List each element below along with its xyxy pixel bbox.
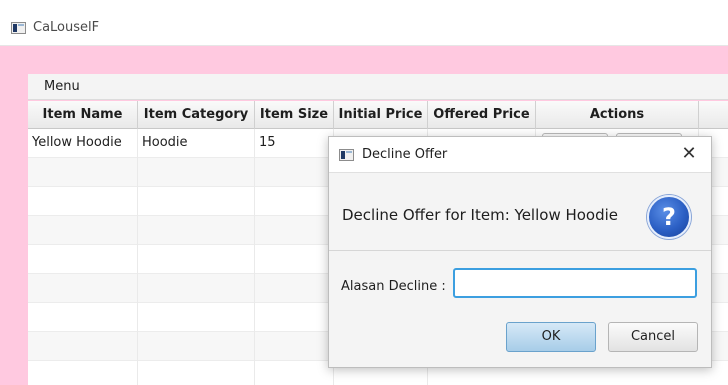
cell-item-name: Yellow Hoodie	[28, 129, 138, 158]
empty-cell	[255, 361, 334, 385]
empty-cell	[28, 332, 138, 361]
window-title: CaLouselF	[33, 20, 100, 35]
column-header-filler	[699, 101, 728, 129]
ok-button[interactable]: OK	[506, 322, 596, 352]
empty-cell	[255, 332, 334, 361]
cell-item-category: Hoodie	[138, 129, 255, 158]
menu-bar: Menu	[28, 74, 728, 100]
column-header-item-category[interactable]: Item Category	[138, 101, 255, 129]
empty-cell	[28, 158, 138, 187]
dialog-header: Decline Offer for Item: Yellow Hoodie ?	[329, 173, 711, 251]
empty-cell	[138, 332, 255, 361]
empty-cell	[138, 274, 255, 303]
empty-cell	[255, 187, 334, 216]
empty-cell	[28, 187, 138, 216]
column-header-item-name[interactable]: Item Name	[28, 101, 138, 129]
empty-cell	[28, 216, 138, 245]
empty-cell	[28, 245, 138, 274]
table-header: Item Name Item Category Item Size Initia…	[28, 101, 728, 129]
alasan-decline-input[interactable]	[453, 268, 697, 298]
column-header-offered-price[interactable]: Offered Price	[428, 101, 536, 129]
cell-item-size: 15	[255, 129, 334, 158]
empty-cell	[255, 303, 334, 332]
alasan-decline-label: Alasan Decline :	[341, 279, 446, 294]
dialog-titlebar: Decline Offer ✕	[329, 137, 711, 173]
cancel-button[interactable]: Cancel	[608, 322, 698, 352]
column-header-initial-price[interactable]: Initial Price	[334, 101, 428, 129]
menu-item-menu[interactable]: Menu	[44, 79, 80, 94]
empty-cell	[255, 216, 334, 245]
empty-cell	[28, 303, 138, 332]
empty-cell	[255, 158, 334, 187]
empty-cell	[138, 361, 255, 385]
window-titlebar: CaLouselF	[0, 0, 728, 46]
dialog-window-icon	[339, 149, 354, 161]
decline-offer-dialog: Decline Offer ✕ Decline Offer for Item: …	[328, 136, 712, 368]
empty-cell	[138, 245, 255, 274]
empty-cell	[255, 245, 334, 274]
empty-cell	[138, 187, 255, 216]
empty-cell	[138, 303, 255, 332]
app-window-icon	[11, 22, 26, 34]
empty-cell	[255, 274, 334, 303]
question-icon: ?	[647, 195, 691, 239]
column-header-actions[interactable]: Actions	[536, 101, 699, 129]
close-icon[interactable]: ✕	[679, 143, 699, 165]
dialog-title: Decline Offer	[362, 147, 448, 162]
dialog-header-text: Decline Offer for Item: Yellow Hoodie	[342, 206, 619, 224]
empty-cell	[28, 361, 138, 385]
empty-cell	[138, 158, 255, 187]
column-header-item-size[interactable]: Item Size	[255, 101, 334, 129]
empty-cell	[138, 216, 255, 245]
empty-cell	[28, 274, 138, 303]
